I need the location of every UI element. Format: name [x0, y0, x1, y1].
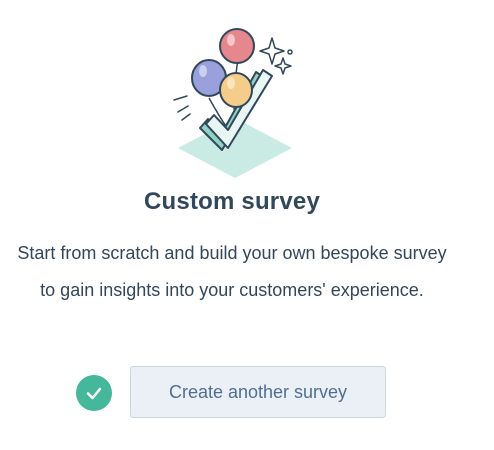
create-another-survey-button[interactable]: Create another survey: [130, 366, 386, 418]
card-description: Start from scratch and build your own be…: [17, 243, 447, 300]
card-title: Custom survey: [144, 188, 320, 215]
balloons-checkmark-icon: [160, 20, 310, 185]
check-circle-icon: [76, 375, 112, 411]
